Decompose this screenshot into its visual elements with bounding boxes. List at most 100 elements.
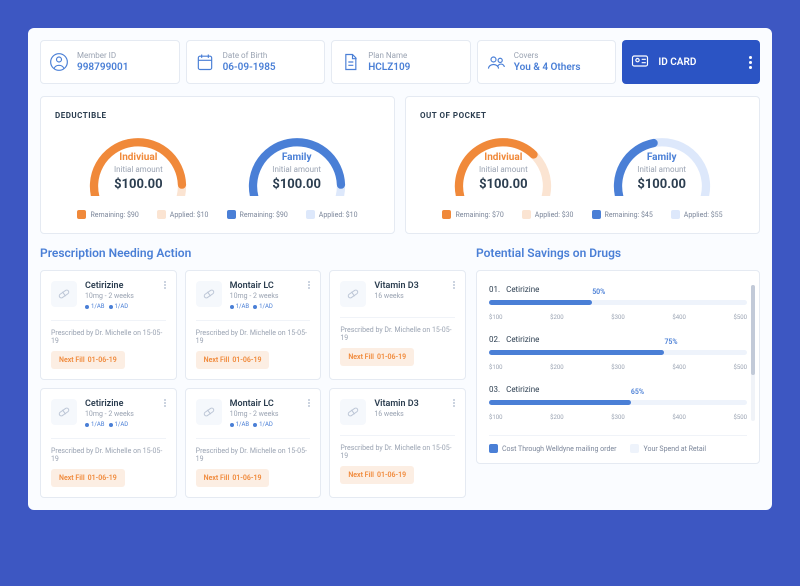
deductible-panel: DEDUCTIBLE Indiviual Initial amount $100… bbox=[40, 96, 395, 234]
next-fill-button[interactable]: Next Fill01-06-19 bbox=[51, 351, 125, 369]
savings-row: 03. Cetirizine 65% $100$200$300$400$500 bbox=[489, 385, 747, 421]
next-fill-button[interactable]: Next Fill01-06-19 bbox=[196, 469, 270, 487]
next-fill-button[interactable]: Next Fill01-06-19 bbox=[340, 348, 414, 366]
savings-row: 02. Cetirizine 75% $100$200$300$400$500 bbox=[489, 335, 747, 371]
savings-bar: 50% bbox=[489, 298, 747, 310]
rx-dose: 10mg - 2 weeks bbox=[85, 292, 134, 300]
more-icon[interactable] bbox=[308, 281, 310, 289]
summary-row: Member ID998799001 Date of Birth06-09-19… bbox=[40, 40, 760, 84]
savings-pct: 75% bbox=[664, 338, 677, 346]
rx-card[interactable]: Montair LC 10mg - 2 weeks 1/AB1/AD Presc… bbox=[185, 270, 322, 380]
rx-prescriber: Prescribed by Dr. Michelle on 15-05-19 bbox=[51, 438, 166, 463]
rx-card[interactable]: Vitamin D3 16 weeks Prescribed by Dr. Mi… bbox=[329, 270, 466, 380]
savings-axis: $100$200$300$400$500 bbox=[489, 414, 747, 421]
people-icon bbox=[486, 52, 506, 72]
rx-prescriber: Prescribed by Dr. Michelle on 15-05-19 bbox=[196, 438, 311, 463]
rx-dose: 16 weeks bbox=[374, 410, 418, 418]
dashboard: Member ID998799001 Date of Birth06-09-19… bbox=[28, 28, 772, 510]
pill-icon bbox=[340, 399, 366, 425]
rx-prescriber: Prescribed by Dr. Michelle on 15-05-19 bbox=[196, 320, 311, 345]
oop-title: OUT OF POCKET bbox=[420, 111, 745, 120]
oop-legend: Remaining: $70 Applied: $30 Remaining: $… bbox=[420, 210, 745, 219]
more-icon[interactable] bbox=[308, 399, 310, 407]
rx-card[interactable]: Montair LC 10mg - 2 weeks 1/AB1/AD Presc… bbox=[185, 388, 322, 498]
savings-title: Potential Savings on Drugs bbox=[476, 246, 760, 260]
member-id-label: Member ID bbox=[77, 51, 128, 60]
rx-name: Vitamin D3 bbox=[374, 281, 418, 291]
pill-icon bbox=[51, 399, 77, 425]
savings-legend: Cost Through Welldyne mailing order Your… bbox=[489, 435, 747, 453]
savings-axis: $100$200$300$400$500 bbox=[489, 364, 747, 371]
rx-prescriber: Prescribed by Dr. Michelle on 15-05-19 bbox=[340, 317, 455, 342]
covers-card: Covers You & 4 Others bbox=[477, 40, 617, 84]
deductible-family-dial: Family Initial amount $100.00 bbox=[242, 126, 352, 192]
more-icon[interactable] bbox=[453, 281, 455, 289]
covers-label: Covers bbox=[514, 51, 581, 60]
rx-dose: 16 weeks bbox=[374, 292, 418, 300]
plan-value: HCLZ109 bbox=[368, 62, 410, 73]
id-card-label: ID CARD bbox=[658, 57, 741, 68]
more-icon[interactable] bbox=[453, 399, 455, 407]
covers-value: You & 4 Others bbox=[514, 62, 581, 73]
oop-individual-dial: Indiviual Initial amount $100.00 bbox=[448, 126, 558, 192]
calendar-icon bbox=[195, 52, 215, 72]
person-icon bbox=[49, 52, 69, 72]
rx-dose: 10mg - 2 weeks bbox=[230, 292, 279, 300]
more-icon[interactable] bbox=[164, 399, 166, 407]
next-fill-button[interactable]: Next Fill01-06-19 bbox=[51, 469, 125, 487]
savings-drug-name: Cetirizine bbox=[506, 385, 539, 394]
rx-prescriber: Prescribed by Dr. Michelle on 15-05-19 bbox=[340, 435, 455, 460]
pill-icon bbox=[340, 281, 366, 307]
savings-rank: 02. bbox=[489, 335, 500, 344]
savings-rank: 03. bbox=[489, 385, 500, 394]
rx-name: Vitamin D3 bbox=[374, 399, 418, 409]
gauge-panels: DEDUCTIBLE Indiviual Initial amount $100… bbox=[40, 96, 760, 234]
rx-name: Montair LC bbox=[230, 281, 279, 291]
savings-row: 01. Cetirizine 50% $100$200$300$400$500 bbox=[489, 285, 747, 321]
rx-prescriber: Prescribed by Dr. Michelle on 15-05-19 bbox=[51, 320, 166, 345]
savings-scrollbar-thumb[interactable] bbox=[751, 285, 755, 375]
rx-name: Cetirizine bbox=[85, 281, 134, 291]
rx-tags: 1/AB1/AD bbox=[85, 303, 134, 310]
pill-icon bbox=[196, 281, 222, 307]
rx-name: Cetirizine bbox=[85, 399, 134, 409]
savings-bar: 75% bbox=[489, 348, 747, 360]
rx-card[interactable]: Cetirizine 10mg - 2 weeks 1/AB1/AD Presc… bbox=[40, 388, 177, 498]
savings-drug-name: Cetirizine bbox=[506, 335, 539, 344]
savings-rank: 01. bbox=[489, 285, 500, 294]
savings-axis: $100$200$300$400$500 bbox=[489, 314, 747, 321]
rx-card[interactable]: Cetirizine 10mg - 2 weeks 1/AB1/AD Presc… bbox=[40, 270, 177, 380]
rx-card[interactable]: Vitamin D3 16 weeks Prescribed by Dr. Mi… bbox=[329, 388, 466, 498]
dob-label: Date of Birth bbox=[223, 51, 276, 60]
pill-icon bbox=[196, 399, 222, 425]
oop-panel: OUT OF POCKET Indiviual Initial amount $… bbox=[405, 96, 760, 234]
member-id-card: Member ID998799001 bbox=[40, 40, 180, 84]
rx-dose: 10mg - 2 weeks bbox=[85, 410, 134, 418]
savings-pct: 50% bbox=[592, 288, 605, 296]
document-icon bbox=[340, 52, 360, 72]
rx-tags: 1/AB1/AD bbox=[85, 421, 134, 428]
next-fill-button[interactable]: Next Fill01-06-19 bbox=[196, 351, 270, 369]
deductible-title: DEDUCTIBLE bbox=[55, 111, 380, 120]
oop-family-dial: Family Initial amount $100.00 bbox=[607, 126, 717, 192]
rx-tags: 1/AB1/AD bbox=[230, 421, 279, 428]
id-card-button[interactable]: ID CARD bbox=[622, 40, 760, 84]
id-card-icon bbox=[630, 51, 650, 74]
prescriptions-section: Prescription Needing Action Cetirizine 1… bbox=[40, 246, 466, 498]
dob-card: Date of Birth06-09-1985 bbox=[186, 40, 326, 84]
rx-name: Montair LC bbox=[230, 399, 279, 409]
plan-label: Plan Name bbox=[368, 51, 410, 60]
rx-tags: 1/AB1/AD bbox=[230, 303, 279, 310]
deductible-legend: Remaining: $90 Applied: $10 Remaining: $… bbox=[55, 210, 380, 219]
savings-pct: 65% bbox=[631, 388, 644, 396]
savings-drug-name: Cetirizine bbox=[506, 285, 539, 294]
more-icon[interactable] bbox=[749, 56, 752, 69]
prescriptions-title: Prescription Needing Action bbox=[40, 246, 466, 260]
savings-card: 01. Cetirizine 50% $100$200$300$400$500 0… bbox=[476, 270, 760, 464]
savings-section: Potential Savings on Drugs 01. Cetirizine… bbox=[476, 246, 760, 498]
pill-icon bbox=[51, 281, 77, 307]
more-icon[interactable] bbox=[164, 281, 166, 289]
next-fill-button[interactable]: Next Fill01-06-19 bbox=[340, 466, 414, 484]
rx-dose: 10mg - 2 weeks bbox=[230, 410, 279, 418]
deductible-individual-dial: Indiviual Initial amount $100.00 bbox=[83, 126, 193, 192]
